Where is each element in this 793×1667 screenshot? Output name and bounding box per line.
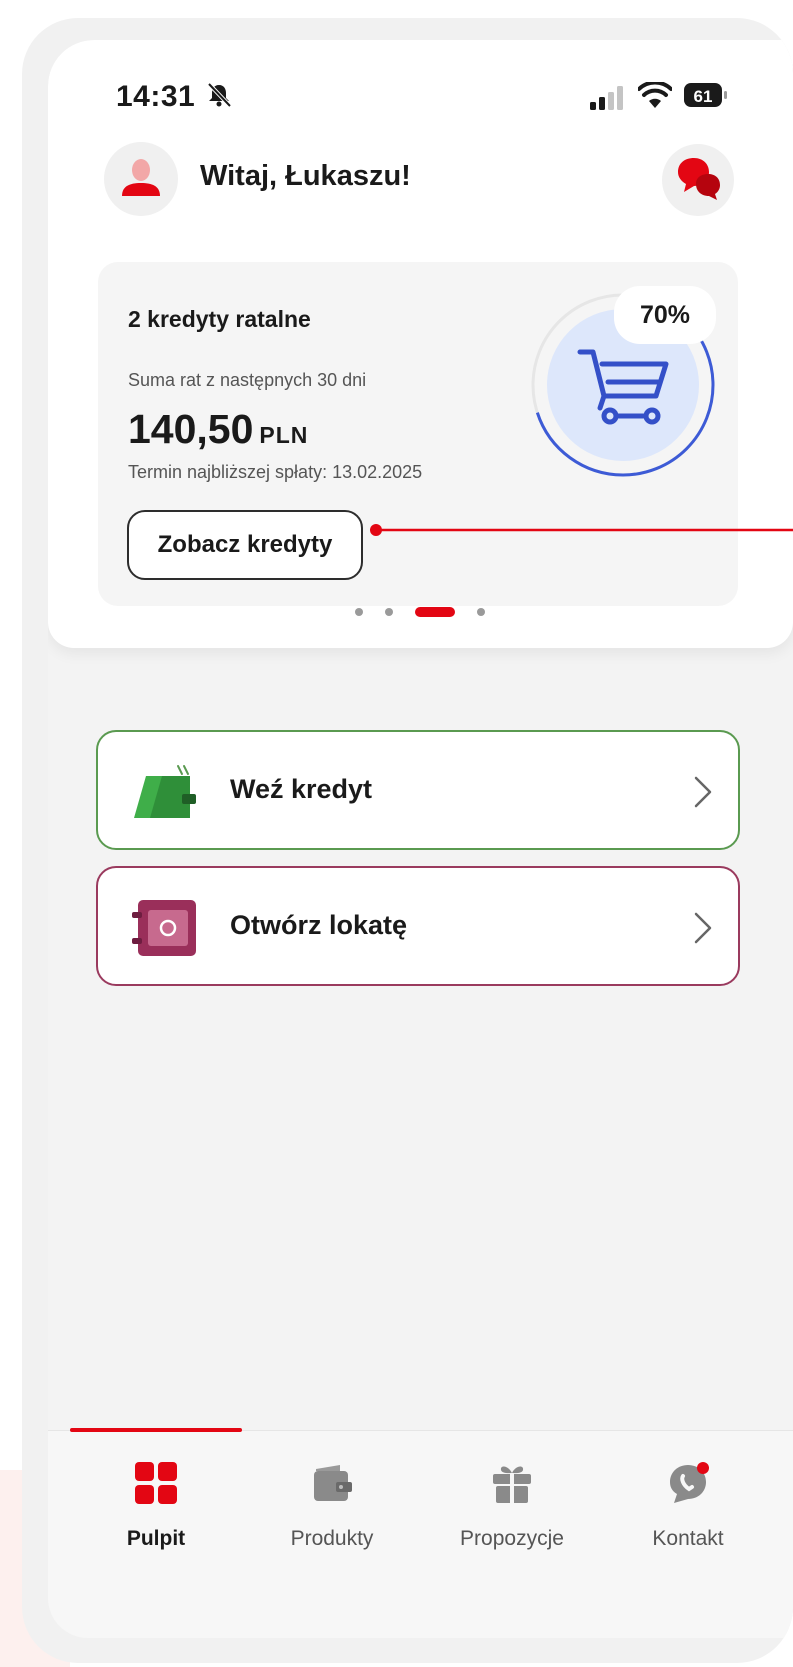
status-bar: 14:31 61 <box>48 40 793 120</box>
open-deposit-tile[interactable]: Otwórz lokatę <box>96 866 740 986</box>
chevron-right-icon <box>694 776 712 808</box>
chat-icon <box>670 1462 709 1503</box>
nav-item-produkty[interactable]: Produkty <box>252 1461 412 1581</box>
amount-currency: PLN <box>259 422 309 448</box>
bottom-navigation: Pulpit Produkty Propozycje Kontakt <box>48 1428 793 1638</box>
installment-amount: 140,50 PLN <box>128 406 308 453</box>
safe-icon <box>132 900 196 956</box>
signal-icon <box>590 86 623 110</box>
top-panel: 14:31 61 Witaj, Łukaszu! 2 kredyty ratal… <box>48 40 793 648</box>
nav-item-propozycje[interactable]: Propozycje <box>432 1461 592 1581</box>
card-subtitle: Suma rat z następnych 30 dni <box>128 370 367 390</box>
carousel-dot[interactable] <box>355 608 363 616</box>
nav-active-indicator <box>70 1428 242 1432</box>
progress-badge: 70% <box>614 286 716 344</box>
chat-button[interactable] <box>662 144 734 216</box>
nav-item-kontakt[interactable]: Kontakt <box>608 1461 768 1581</box>
amount-value: 140,50 <box>128 406 254 452</box>
battery-icon: 61 <box>684 83 727 107</box>
take-credit-tile[interactable]: Weź kredyt <box>96 730 740 850</box>
nav-label-produkty: Produkty <box>290 1527 374 1550</box>
wallet-icon <box>314 1465 352 1501</box>
user-icon <box>122 159 160 196</box>
battery-level: 61 <box>694 87 713 106</box>
greeting-text: Witaj, Łukaszu! <box>200 160 411 192</box>
chat-bubbles-icon <box>678 158 720 200</box>
phone-frame: 14:31 61 Witaj, Łukaszu! 2 kredyty ratal… <box>22 18 793 1663</box>
due-date: Termin najbliższej spłaty: 13.02.2025 <box>128 462 423 482</box>
nav-item-pulpit[interactable]: Pulpit <box>76 1461 236 1581</box>
credit-summary-card: 2 kredyty ratalne Suma rat z następnych … <box>98 262 738 606</box>
view-credits-button[interactable]: Zobacz kredyty <box>127 510 363 580</box>
grid-icon <box>135 1462 177 1504</box>
wifi-icon <box>638 82 672 108</box>
chevron-right-icon <box>694 912 712 944</box>
wallet-icon <box>134 765 196 818</box>
open-deposit-label: Otwórz lokatę <box>230 910 408 940</box>
gift-icon <box>493 1466 531 1503</box>
carousel-dot[interactable] <box>477 608 485 616</box>
take-credit-label: Weź kredyt <box>230 774 373 804</box>
carousel-dot[interactable] <box>385 608 393 616</box>
app-screen: 14:31 61 Witaj, Łukaszu! 2 kredyty ratal… <box>48 40 793 1638</box>
nav-label-kontakt: Kontakt <box>652 1527 724 1550</box>
nav-label-propozycje: Propozycje <box>460 1527 564 1550</box>
status-time: 14:31 <box>116 80 196 113</box>
carousel-dot-active[interactable] <box>415 607 455 617</box>
avatar[interactable] <box>104 142 178 216</box>
annotation-pointer <box>370 524 793 536</box>
notification-dot <box>697 1462 709 1474</box>
card-title: 2 kredyty ratalne <box>128 306 311 332</box>
nav-label-pulpit: Pulpit <box>126 1527 186 1550</box>
carousel-indicator[interactable] <box>48 602 793 622</box>
bell-muted-icon <box>207 82 232 108</box>
